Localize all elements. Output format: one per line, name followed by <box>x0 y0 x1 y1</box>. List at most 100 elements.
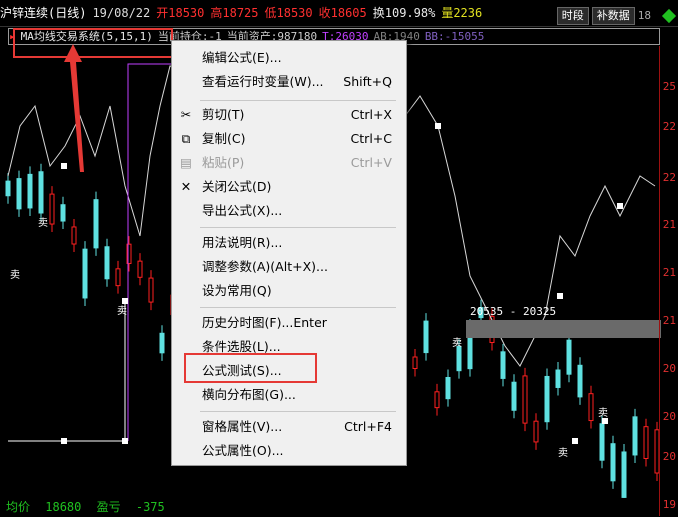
axis-tick: 22 <box>662 120 676 133</box>
position-line <box>127 63 172 441</box>
axis-tick: 20 <box>662 362 676 375</box>
menu-item-formula-properties[interactable]: 公式属性(O)... <box>172 440 404 462</box>
menu-item-adjust-params[interactable]: 调整参数(A)(Alt+X)... <box>172 256 404 278</box>
signal-line <box>8 301 126 442</box>
candle-body <box>27 173 33 209</box>
menu-separator <box>200 100 396 101</box>
menu-item-horizontal-distribution[interactable]: 横向分布图(G)... <box>172 384 404 406</box>
volume: 量2236 <box>441 6 483 20</box>
diamond-icon[interactable] <box>661 8 677 24</box>
candle-body <box>93 199 99 249</box>
annotation-arrow <box>64 44 84 172</box>
signal-dot <box>435 123 441 129</box>
candle-body <box>5 180 11 197</box>
sell-label: 卖 <box>598 407 608 419</box>
candle-body <box>137 260 143 278</box>
signal-dot <box>122 298 128 304</box>
sell-label: 卖 <box>117 305 127 317</box>
axis-tick: 21 <box>662 266 676 279</box>
menu-item-cut[interactable]: ✂ 剪切(T) Ctrl+X <box>172 104 404 126</box>
paste-icon: ▤ <box>180 155 192 170</box>
highlight-box-formula-test <box>184 353 317 383</box>
candle-body <box>148 277 154 303</box>
candle-body <box>533 420 539 443</box>
candle-body <box>445 376 451 400</box>
low-price: 低18530 <box>264 6 313 20</box>
price-band-label: 20535 - 20325 <box>470 305 557 318</box>
copy-icon: ⧉ <box>181 131 191 146</box>
candle-body <box>456 345 462 372</box>
avg-price-value: 18680 <box>45 500 82 514</box>
signal-dot <box>617 203 623 209</box>
hidden-tail: 18 <box>637 9 651 22</box>
menu-item-set-common[interactable]: 设为常用(Q) <box>172 280 404 302</box>
quote-header-bar: 沪锌连续(日线) 19/08/22 开18530 高18725 低18530 收18605… <box>0 0 678 27</box>
sell-label: 卖 <box>558 447 568 459</box>
context-menu: 编辑公式(E)... 查看运行时变量(W)... Shift+Q ✂ 剪切(T) Ct… <box>171 40 407 466</box>
candle-body <box>588 393 594 422</box>
menu-item-export-formula[interactable]: 导出公式(X)... <box>172 200 404 222</box>
candle-body <box>434 391 440 409</box>
candle-body <box>104 246 110 280</box>
header-buttons: 时段 补数据 18 <box>556 3 678 26</box>
candle-body <box>82 248 88 299</box>
axis-tick: 21 <box>662 314 676 327</box>
menu-separator <box>200 411 396 412</box>
close-icon: ✕ <box>180 179 192 194</box>
menu-item-pane-properties[interactable]: 窗格属性(V)... Ctrl+F4 <box>172 416 404 438</box>
sell-label: 卖 <box>38 217 48 229</box>
candle-body <box>49 193 55 225</box>
sell-label: 卖 <box>452 337 462 349</box>
pnl-label: 盈亏 <box>96 500 121 514</box>
menu-item-paste[interactable]: ▤ 粘贴(P) Ctrl+V <box>172 152 404 174</box>
menu-item-view-runtime-vars[interactable]: 查看运行时变量(W)... Shift+Q <box>172 71 404 93</box>
open-price: 开18530 <box>156 6 205 20</box>
menu-item-close-formula[interactable]: ✕ 关闭公式(D) <box>172 176 404 198</box>
candle-body <box>632 416 638 456</box>
pnl-value: -375 <box>135 500 165 514</box>
candle-body <box>71 226 77 245</box>
candle-body <box>412 356 418 369</box>
candle-body <box>115 268 121 287</box>
high-price: 高18725 <box>210 6 259 20</box>
symbol-title: 沪锌连续(日线) <box>0 6 87 20</box>
axis-tick: 21 <box>662 218 676 231</box>
menu-separator <box>200 307 396 308</box>
time-period-button[interactable]: 时段 <box>556 7 589 25</box>
axis-tick: 25 <box>662 80 676 93</box>
candle-body <box>159 332 165 354</box>
fill-data-button[interactable]: 补数据 <box>591 7 635 25</box>
signal-dot <box>557 293 563 299</box>
candle-body <box>16 178 22 210</box>
quote-date: 19/08/22 <box>92 6 151 20</box>
signal-dot <box>572 438 578 444</box>
axis-tick: 22 <box>662 171 676 184</box>
candle-body <box>643 426 649 459</box>
avg-price-label: 均价 <box>6 500 31 514</box>
menu-item-history-chart[interactable]: 历史分时图(F)...Enter <box>172 312 404 334</box>
menu-separator <box>200 227 396 228</box>
candle-body <box>555 369 561 388</box>
signal-dot <box>61 438 67 444</box>
candle-body <box>544 375 550 423</box>
signal-dot <box>122 438 128 444</box>
axis-tick: 19 <box>662 498 676 511</box>
sell-label: 卖 <box>10 269 20 281</box>
candle-body <box>423 320 429 354</box>
axis-tick: 20 <box>662 450 676 463</box>
candle-body <box>599 423 605 461</box>
candle-body <box>60 204 66 222</box>
close-price: 收18605 <box>318 6 367 20</box>
candle-body <box>522 375 528 424</box>
turnover: 换109.98% <box>372 6 436 20</box>
status-bar: 均价 18680 盈亏 -375 <box>0 498 660 517</box>
candle-body <box>610 443 616 482</box>
candle-body <box>566 339 572 375</box>
candle-body <box>511 381 517 411</box>
price-axis: 25 22 22 21 21 21 20 20 20 19 <box>659 46 678 516</box>
menu-item-edit-formula[interactable]: 编辑公式(E)... <box>172 47 404 69</box>
menu-item-usage[interactable]: 用法说明(R)... <box>172 232 404 254</box>
menu-item-copy[interactable]: ⧉ 复制(C) Ctrl+C <box>172 128 404 150</box>
axis-tick: 20 <box>662 410 676 423</box>
scissors-icon: ✂ <box>180 107 192 122</box>
